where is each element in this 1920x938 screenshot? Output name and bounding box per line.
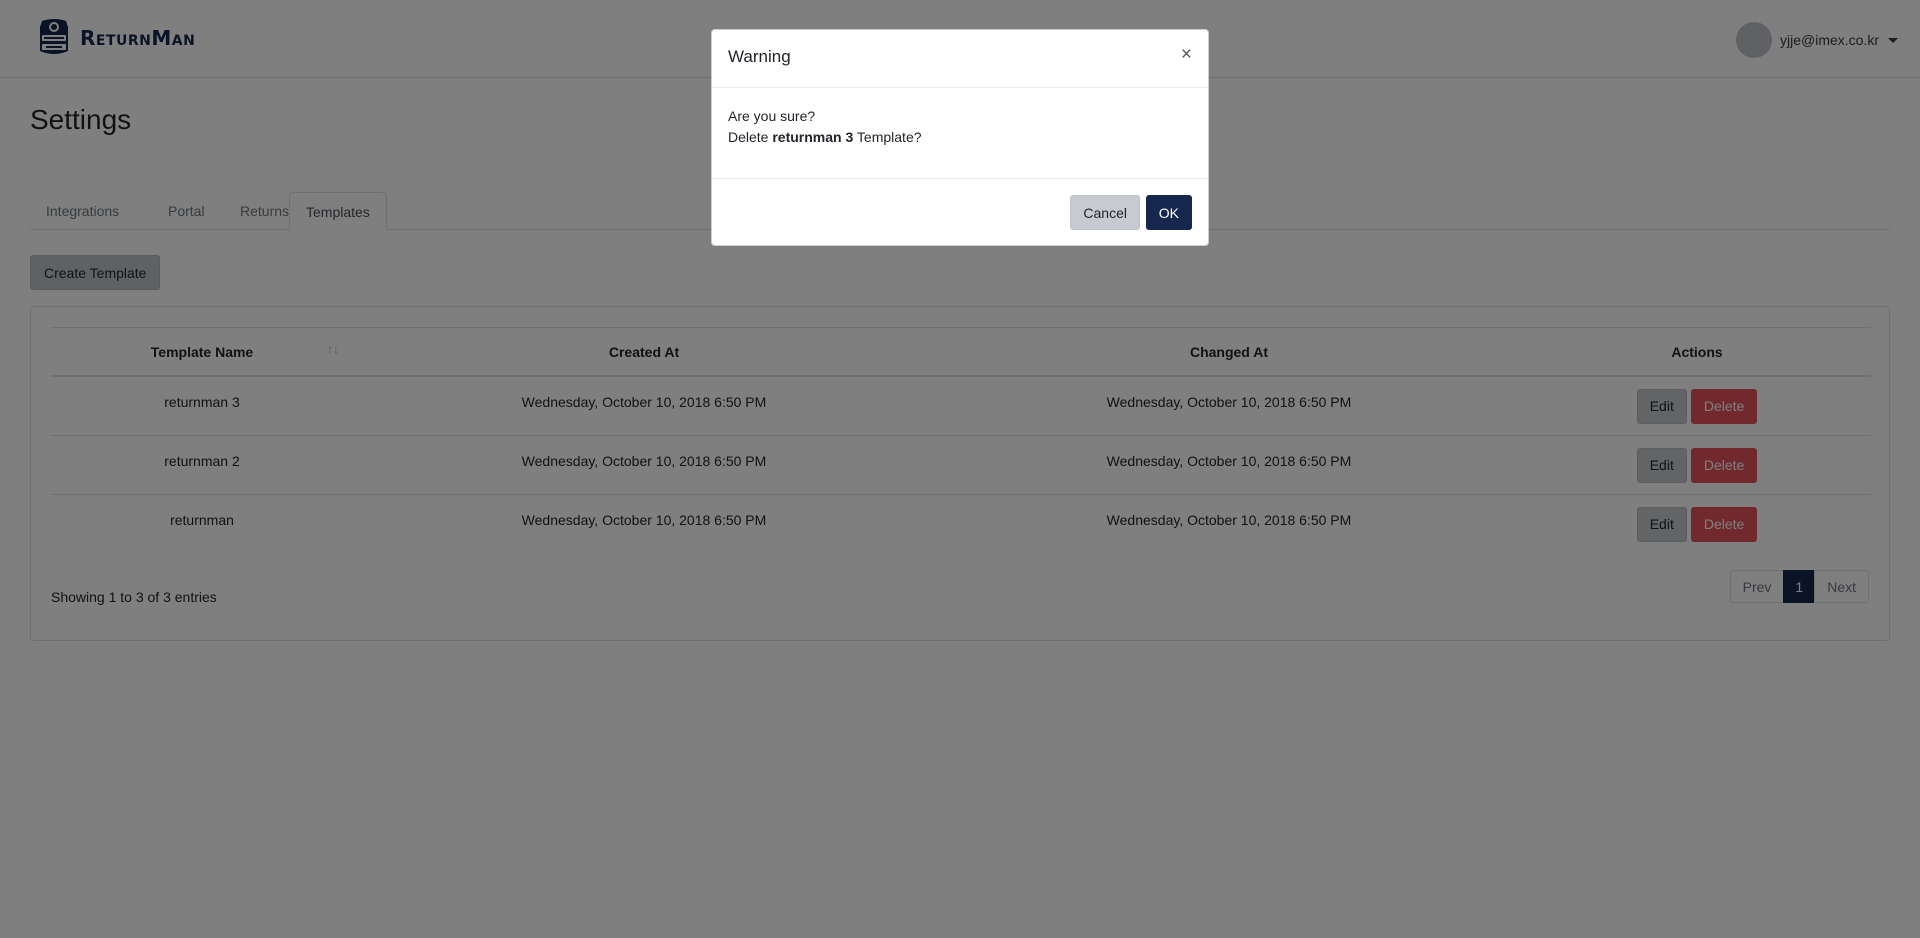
confirm-message: Delete returnman 3 Template? bbox=[728, 127, 922, 148]
template-name-highlight: returnman 3 bbox=[772, 129, 854, 145]
dialog-title: Warning bbox=[728, 47, 791, 66]
ok-button[interactable]: OK bbox=[1145, 195, 1192, 230]
dialog-body: Are you sure? Delete returnman 3 Templat… bbox=[728, 106, 922, 148]
confirm-question: Are you sure? bbox=[728, 108, 816, 124]
dialog-footer: Cancel OK bbox=[712, 178, 1208, 246]
confirm-message-prefix: Delete bbox=[728, 129, 773, 145]
warning-dialog: Warning × Are you sure? Delete returnman… bbox=[711, 29, 1209, 246]
cancel-button[interactable]: Cancel bbox=[1070, 195, 1140, 230]
close-icon[interactable]: × bbox=[1181, 45, 1192, 64]
confirm-message-suffix: Template? bbox=[853, 129, 922, 145]
dialog-header: Warning × bbox=[712, 30, 1208, 88]
